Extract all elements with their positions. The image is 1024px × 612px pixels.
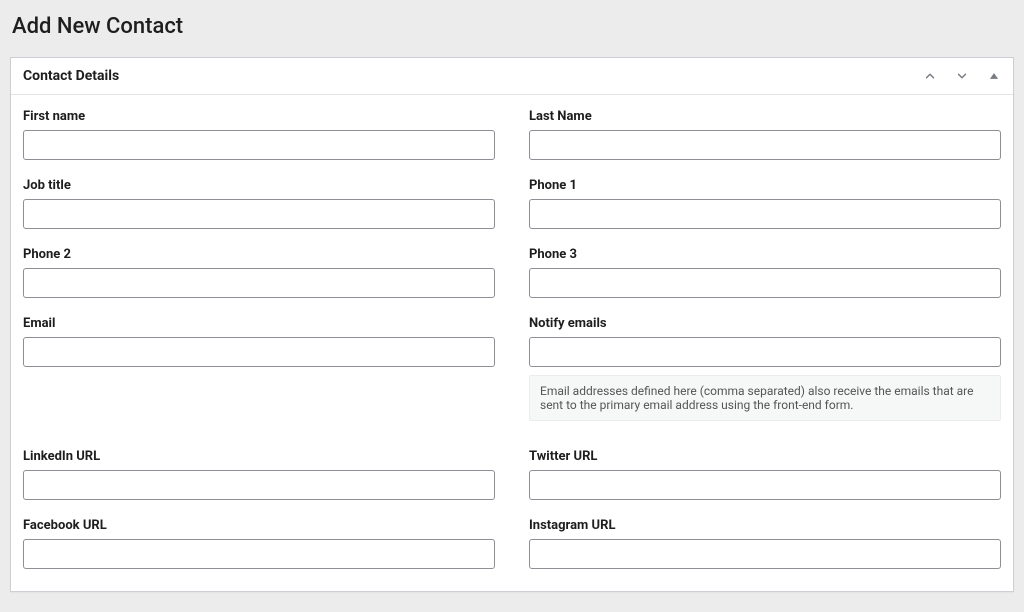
- linkedin-url-label: LinkedIn URL: [23, 449, 495, 464]
- phone2-input[interactable]: [23, 268, 495, 298]
- panel-title: Contact Details: [23, 68, 119, 84]
- panel-body: First name Last Name Job title Phone 1: [11, 95, 1013, 591]
- job-title-label: Job title: [23, 178, 495, 193]
- notify-emails-label: Notify emails: [529, 316, 1001, 331]
- notify-emails-input[interactable]: [529, 337, 1001, 367]
- instagram-url-input[interactable]: [529, 539, 1001, 569]
- linkedin-url-input[interactable]: [23, 470, 495, 500]
- facebook-url-label: Facebook URL: [23, 518, 495, 533]
- email-label: Email: [23, 316, 495, 331]
- first-name-input[interactable]: [23, 130, 495, 160]
- phone2-label: Phone 2: [23, 247, 495, 262]
- panel-header: Contact Details: [11, 58, 1013, 95]
- page-title: Add New Contact: [12, 14, 1014, 39]
- last-name-label: Last Name: [529, 109, 1001, 124]
- email-input[interactable]: [23, 337, 495, 367]
- twitter-url-input[interactable]: [529, 470, 1001, 500]
- phone3-label: Phone 3: [529, 247, 1001, 262]
- notify-emails-help: Email addresses defined here (comma sepa…: [529, 375, 1001, 421]
- instagram-url-label: Instagram URL: [529, 518, 1001, 533]
- phone1-label: Phone 1: [529, 178, 1001, 193]
- last-name-input[interactable]: [529, 130, 1001, 160]
- phone3-input[interactable]: [529, 268, 1001, 298]
- phone1-input[interactable]: [529, 199, 1001, 229]
- first-name-label: First name: [23, 109, 495, 124]
- facebook-url-input[interactable]: [23, 539, 495, 569]
- toggle-panel-icon[interactable]: [987, 69, 1001, 83]
- job-title-input[interactable]: [23, 199, 495, 229]
- twitter-url-label: Twitter URL: [529, 449, 1001, 464]
- chevron-down-icon[interactable]: [955, 69, 969, 83]
- contact-details-panel: Contact Details First name: [10, 57, 1014, 592]
- chevron-up-icon[interactable]: [923, 69, 937, 83]
- panel-controls: [923, 69, 1001, 83]
